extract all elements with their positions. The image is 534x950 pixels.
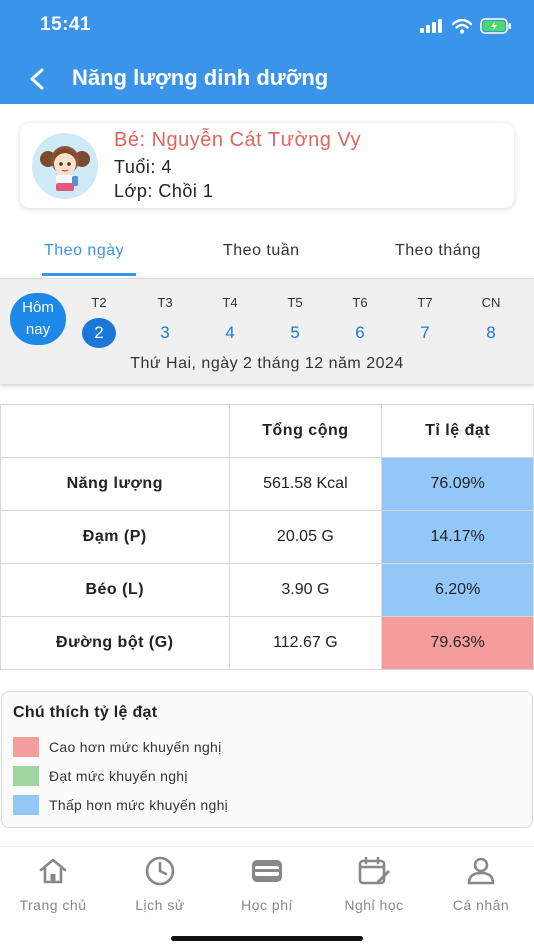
selected-date: Thứ Hai, ngày 2 tháng 12 năm 2024	[130, 355, 404, 372]
day-thursday[interactable]: T5 5	[275, 295, 315, 348]
day-number: 7	[420, 323, 430, 342]
nutrient-name: Năng lượng	[0, 457, 230, 511]
bottom-navigation: Trang chủ Lịch sử Học phí Nghỉ học Cá nh…	[0, 846, 534, 950]
chevron-left-icon	[30, 68, 44, 90]
signal-icon	[420, 19, 442, 33]
nav-home[interactable]: Trang chủ	[0, 855, 106, 913]
nav-label: Nghỉ học	[344, 897, 404, 913]
nutrient-total: 561.58 Kcal	[228, 457, 383, 511]
person-icon	[467, 857, 495, 885]
table-row: Béo (L) 3.90 G 6.20%	[0, 563, 534, 617]
nutrient-name: Béo (L)	[0, 563, 230, 617]
legend-swatch-red	[13, 737, 39, 757]
day-friday[interactable]: T6 6	[340, 295, 380, 348]
day-sunday[interactable]: CN 8	[471, 295, 511, 348]
app-header: 15:41 Năng lượng dinh dưỡng	[0, 0, 534, 104]
period-tabs: Theo ngày Theo tuần Theo tháng	[0, 232, 534, 278]
day-number: 3	[160, 323, 170, 342]
day-number: 5	[290, 323, 300, 342]
today-button[interactable]: Hôm nay	[10, 293, 66, 345]
day-monday[interactable]: T2 2	[79, 295, 119, 348]
status-bar: 15:41	[0, 0, 534, 52]
calendar-edit-icon	[358, 856, 390, 885]
child-avatar	[32, 133, 98, 199]
legend-item-high: Cao hơn mức khuyến nghị	[13, 736, 222, 758]
legend-swatch-blue	[13, 795, 39, 815]
table-row: Đạm (P) 20.05 G 14.17%	[0, 510, 534, 564]
nutrient-total: 3.90 G	[228, 563, 383, 617]
header-empty	[0, 404, 230, 458]
legend-label: Cao hơn mức khuyến nghị	[49, 739, 222, 755]
day-wednesday[interactable]: T4 4	[210, 295, 250, 348]
nav-history[interactable]: Lịch sử	[107, 855, 213, 913]
child-age: Tuổi: 4	[114, 157, 172, 177]
wallet-icon	[252, 860, 282, 882]
nutrient-total: 20.05 G	[228, 510, 383, 564]
day-label: T5	[287, 295, 303, 310]
nutrient-ratio: 79.63%	[381, 616, 534, 670]
nutrient-ratio: 6.20%	[381, 563, 534, 617]
ratio-legend: Chú thích tỷ lệ đạt Cao hơn mức khuyến n…	[1, 691, 533, 828]
legend-item-normal: Đạt mức khuyến nghị	[13, 765, 188, 787]
nav-label: Lịch sử	[135, 897, 185, 913]
nutrition-table: Tổng cộng Tỉ lệ đạt Năng lượng 561.58 Kc…	[0, 404, 534, 670]
day-label: T6	[352, 295, 368, 310]
child-class: Lớp: Chồi 1	[114, 181, 214, 201]
legend-label: Đạt mức khuyến nghị	[49, 768, 188, 784]
tab-by-week[interactable]: Theo tuần	[223, 242, 300, 260]
legend-swatch-green	[13, 766, 39, 786]
nutrient-total: 112.67 G	[228, 616, 383, 670]
nav-tuition[interactable]: Học phí	[214, 855, 320, 913]
nav-absence[interactable]: Nghỉ học	[321, 855, 427, 913]
status-time: 15:41	[40, 14, 92, 35]
header-total: Tổng cộng	[228, 404, 383, 458]
page-title: Năng lượng dinh dưỡng	[72, 65, 329, 90]
week-selector: Hôm nay T2 2 T3 3 T4 4 T5 5 T6 6 T7 7 CN…	[0, 278, 534, 384]
legend-label: Thấp hơn mức khuyến nghị	[49, 797, 229, 813]
child-profile-card: Bé: Nguyễn Cát Tường Vy Tuổi: 4 Lớp: Chồ…	[20, 123, 514, 208]
home-indicator	[171, 936, 363, 941]
nav-label: Học phí	[241, 897, 293, 913]
battery-icon	[480, 18, 511, 34]
table-header-row: Tổng cộng Tỉ lệ đạt	[0, 404, 534, 458]
back-button[interactable]	[20, 62, 54, 96]
nutrient-name: Đường bột (G)	[0, 616, 230, 670]
day-number: 4	[225, 323, 235, 342]
tab-by-month[interactable]: Theo tháng	[395, 242, 481, 260]
nav-profile[interactable]: Cá nhân	[428, 855, 534, 913]
wifi-icon	[452, 18, 472, 34]
day-label: T7	[417, 295, 433, 310]
active-tab-indicator	[42, 273, 136, 276]
tab-by-day[interactable]: Theo ngày	[44, 242, 124, 260]
day-number: 8	[486, 323, 496, 342]
day-label: T4	[222, 295, 238, 310]
day-label: CN	[481, 295, 501, 310]
home-icon	[39, 858, 67, 884]
legend-title: Chú thích tỷ lệ đạt	[13, 704, 158, 721]
nutrient-ratio: 14.17%	[381, 510, 534, 564]
header-ratio: Tỉ lệ đạt	[381, 404, 534, 458]
child-avatar-illustration	[32, 133, 98, 199]
nutrient-name: Đạm (P)	[0, 510, 230, 564]
day-saturday[interactable]: T7 7	[405, 295, 445, 348]
day-label: T2	[91, 295, 107, 310]
nutrient-ratio: 76.09%	[381, 457, 534, 511]
child-name: Bé: Nguyễn Cát Tường Vy	[114, 129, 362, 151]
nav-label: Trang chủ	[19, 897, 87, 913]
day-number: 2	[82, 318, 116, 348]
day-number: 6	[355, 323, 365, 342]
clock-icon	[145, 856, 175, 886]
day-label: T3	[157, 295, 173, 310]
table-row: Năng lượng 561.58 Kcal 76.09%	[0, 457, 534, 511]
nav-bar: Năng lượng dinh dưỡng	[0, 52, 534, 104]
legend-item-low: Thấp hơn mức khuyến nghị	[13, 794, 228, 816]
day-tuesday[interactable]: T3 3	[145, 295, 185, 348]
status-icons	[420, 16, 512, 36]
table-row: Đường bột (G) 112.67 G 79.63%	[0, 616, 534, 670]
nav-label: Cá nhân	[452, 897, 510, 913]
